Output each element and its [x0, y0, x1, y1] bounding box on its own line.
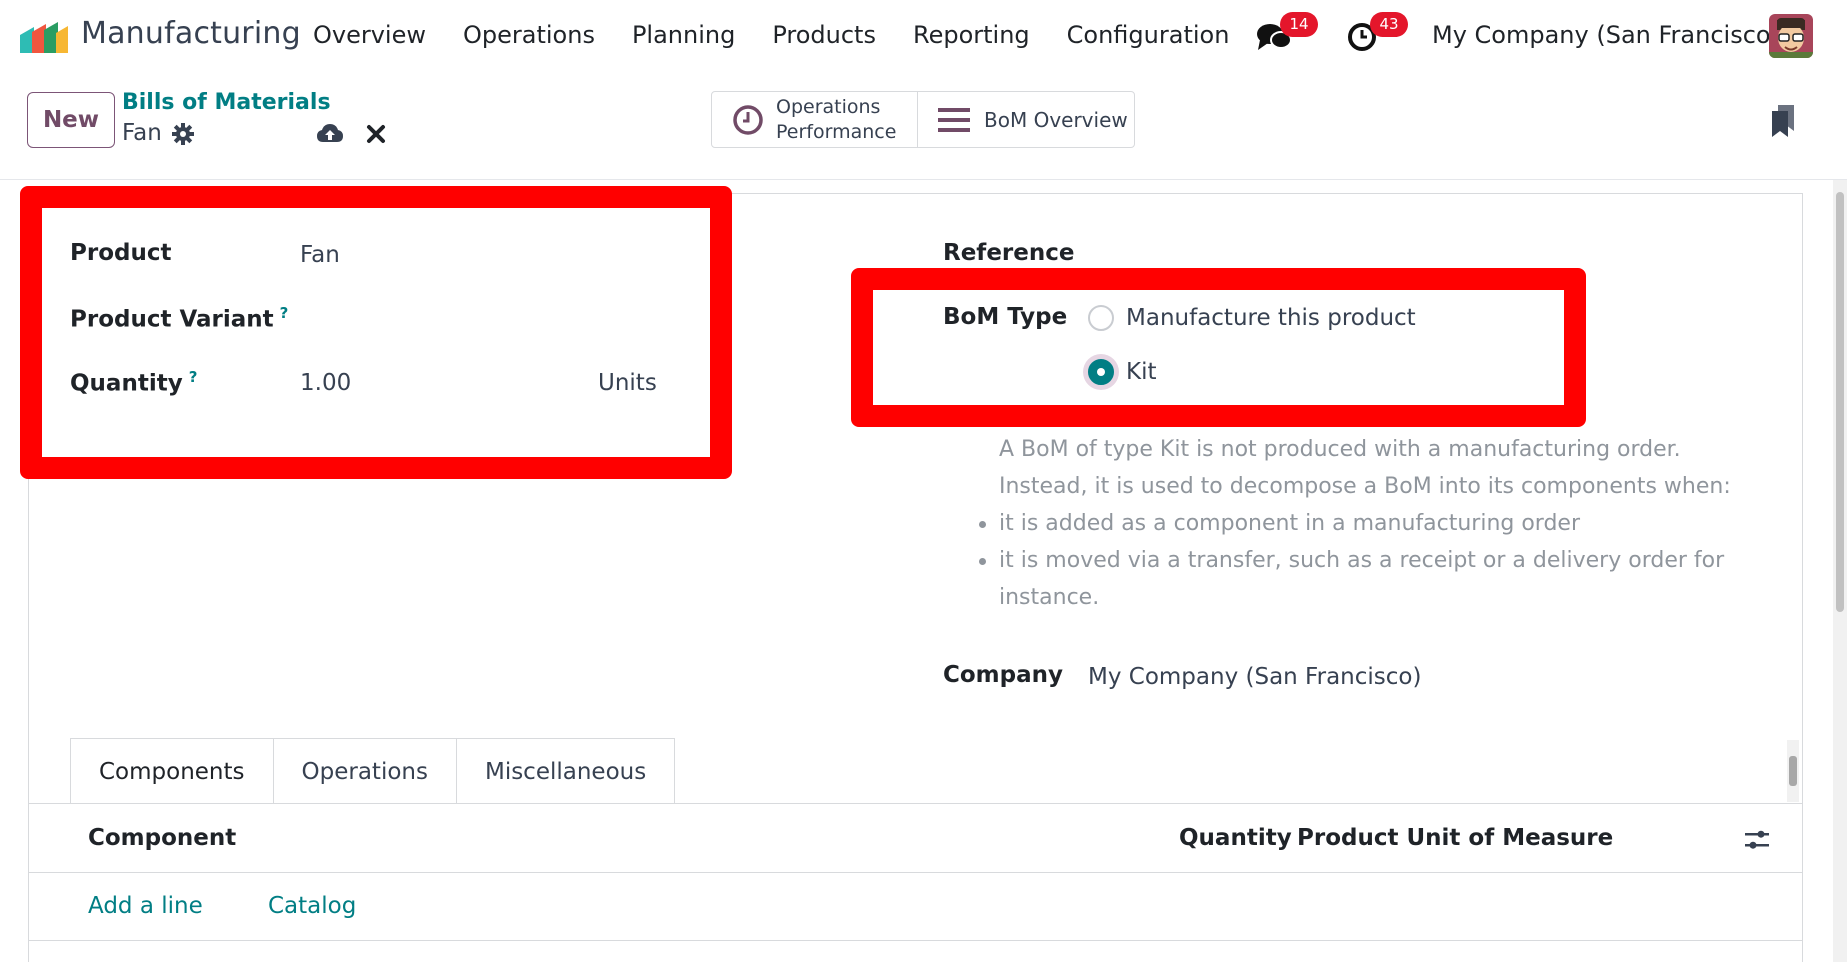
control-panel: New Bills of Materials Fan Operations Pe… — [0, 74, 1847, 180]
kit-help-bullets: it is added as a component in a manufact… — [978, 505, 1724, 579]
quantity-field[interactable]: 1.00 — [300, 370, 351, 396]
company-field[interactable]: My Company (San Francisco) — [1088, 664, 1421, 690]
kit-help-bullet: it is added as a component in a manufact… — [978, 505, 1724, 542]
column-unit-of-measure[interactable]: Product Unit of Measure — [1297, 825, 1613, 851]
quantity-label: Quantity? — [70, 368, 198, 397]
bom-overview-button[interactable]: BoM Overview — [918, 92, 1134, 147]
reference-label: Reference — [943, 240, 1075, 266]
messages-button[interactable]: 14 — [1256, 12, 1318, 56]
catalog-link[interactable]: Catalog — [268, 893, 356, 919]
activities-badge: 43 — [1370, 12, 1408, 37]
operations-performance-line1: Operations — [776, 95, 881, 118]
page-scrollbar[interactable] — [1833, 180, 1847, 962]
clock-icon — [733, 104, 763, 135]
product-field[interactable]: Fan — [300, 242, 340, 268]
app-logo-icon[interactable] — [20, 21, 70, 53]
radio-manufacture[interactable] — [1088, 305, 1114, 331]
radio-kit-label: Kit — [1126, 359, 1157, 385]
new-button[interactable]: New — [27, 92, 115, 148]
list-icon — [938, 107, 970, 132]
form-tabs: Components Operations Miscellaneous — [70, 738, 676, 804]
kit-help-continuation: instance. — [999, 585, 1100, 610]
operations-performance-label: Operations Performance — [776, 95, 896, 145]
smart-buttons: Operations Performance BoM Overview — [711, 91, 1135, 148]
gear-icon[interactable] — [172, 123, 194, 145]
cloud-upload-icon[interactable] — [316, 122, 344, 146]
page-scrollbar-thumb[interactable] — [1836, 192, 1844, 612]
menu-overview[interactable]: Overview — [313, 21, 426, 49]
radio-kit[interactable] — [1088, 359, 1114, 385]
tab-operations[interactable]: Operations — [272, 738, 457, 804]
breadcrumb-current-record: Fan — [122, 120, 162, 146]
uom-field[interactable]: Units — [598, 370, 657, 396]
sliders-icon[interactable] — [1744, 827, 1770, 853]
add-a-line-link[interactable]: Add a line — [88, 893, 203, 919]
menu-reporting[interactable]: Reporting — [913, 21, 1030, 49]
operations-performance-button[interactable]: Operations Performance — [712, 92, 918, 147]
bom-overview-label: BoM Overview — [984, 107, 1128, 132]
close-icon[interactable] — [366, 124, 386, 144]
main-menu: Overview Operations Planning Products Re… — [313, 21, 1266, 49]
kit-help-bullet: it is moved via a transfer, such as a re… — [978, 542, 1724, 579]
bom-type-label: BoM Type — [943, 304, 1068, 330]
column-quantity[interactable]: Quantity — [1179, 825, 1292, 851]
menu-planning[interactable]: Planning — [632, 21, 735, 49]
company-switcher[interactable]: My Company (San Francisco) — [1432, 21, 1780, 49]
operations-performance-line2: Performance — [776, 120, 897, 143]
tab-miscellaneous[interactable]: Miscellaneous — [455, 738, 676, 804]
menu-operations[interactable]: Operations — [463, 21, 595, 49]
kit-help-text: A BoM of type Kit is not produced with a… — [999, 431, 1731, 505]
messages-badge: 14 — [1280, 12, 1318, 37]
kit-help-line-1: A BoM of type Kit is not produced with a… — [999, 437, 1681, 462]
variant-help-tooltip[interactable]: ? — [280, 304, 289, 322]
product-variant-field[interactable] — [300, 306, 660, 334]
tabs-scrollbar[interactable] — [1787, 740, 1799, 802]
column-component[interactable]: Component — [88, 825, 236, 851]
radio-manufacture-label: Manufacture this product — [1126, 305, 1416, 331]
quantity-help-tooltip[interactable]: ? — [189, 368, 198, 386]
table-row-divider — [28, 940, 1803, 941]
product-variant-label: Product Variant? — [70, 304, 289, 333]
app-name[interactable]: Manufacturing — [81, 16, 301, 51]
bom-type-kit-option[interactable]: Kit — [1088, 359, 1157, 385]
company-label: Company — [943, 662, 1063, 688]
menu-products[interactable]: Products — [772, 21, 876, 49]
tab-components[interactable]: Components — [70, 738, 274, 804]
bom-type-manufacture-option[interactable]: Manufacture this product — [1088, 305, 1416, 331]
product-label: Product — [70, 240, 172, 266]
bookmark-icon[interactable] — [1772, 105, 1796, 139]
reference-field[interactable] — [1088, 240, 1678, 270]
top-navbar: Manufacturing Overview Operations Planni… — [0, 0, 1847, 74]
table-header-divider — [28, 872, 1803, 873]
user-avatar[interactable] — [1769, 14, 1813, 58]
breadcrumb-bills-of-materials[interactable]: Bills of Materials — [122, 90, 331, 115]
tabs-divider — [28, 803, 1803, 804]
activities-button[interactable]: 43 — [1346, 12, 1408, 56]
menu-configuration[interactable]: Configuration — [1067, 21, 1230, 49]
tabs-scrollbar-thumb[interactable] — [1789, 756, 1797, 786]
kit-help-line-2: Instead, it is used to decompose a BoM i… — [999, 474, 1731, 499]
